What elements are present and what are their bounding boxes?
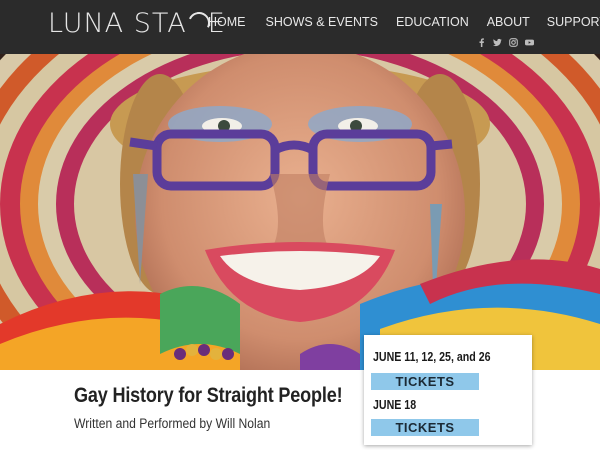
instagram-icon[interactable] — [509, 38, 518, 47]
youtube-icon[interactable] — [525, 38, 534, 47]
show-subtitle: Written and Performed by Will Nolan — [74, 416, 271, 431]
performance-dates-2: JUNE 18 — [373, 398, 417, 412]
logo-text-left: LUNA STA — [48, 7, 187, 39]
page: LUNA STA E HOME SHOWS & EVENTS EDUCATION … — [0, 0, 600, 450]
show-title: Gay History for Straight People! — [74, 384, 343, 407]
nav-education[interactable]: EDUCATION — [396, 15, 469, 29]
performer-portrait — [0, 54, 600, 370]
performance-dates-1: JUNE 11, 12, 25, and 26 — [373, 350, 491, 364]
site-logo[interactable]: LUNA STA E — [48, 7, 226, 39]
social-links — [477, 38, 534, 47]
nav-support[interactable]: SUPPORT — [547, 15, 600, 29]
nav-about[interactable]: ABOUT — [487, 15, 530, 29]
ticket-box: JUNE 11, 12, 25, and 26 TICKETS JUNE 18 … — [364, 335, 532, 445]
facebook-icon[interactable] — [477, 38, 486, 47]
nav-home[interactable]: HOME — [208, 15, 246, 29]
twitter-icon[interactable] — [493, 38, 502, 47]
tickets-button-1[interactable]: TICKETS — [371, 373, 479, 390]
site-header: LUNA STA E HOME SHOWS & EVENTS EDUCATION … — [0, 0, 600, 54]
hero-image — [0, 54, 600, 370]
main-nav: HOME SHOWS & EVENTS EDUCATION ABOUT SUPP… — [208, 15, 600, 29]
nav-shows-events[interactable]: SHOWS & EVENTS — [266, 15, 379, 29]
tickets-button-2[interactable]: TICKETS — [371, 419, 479, 436]
